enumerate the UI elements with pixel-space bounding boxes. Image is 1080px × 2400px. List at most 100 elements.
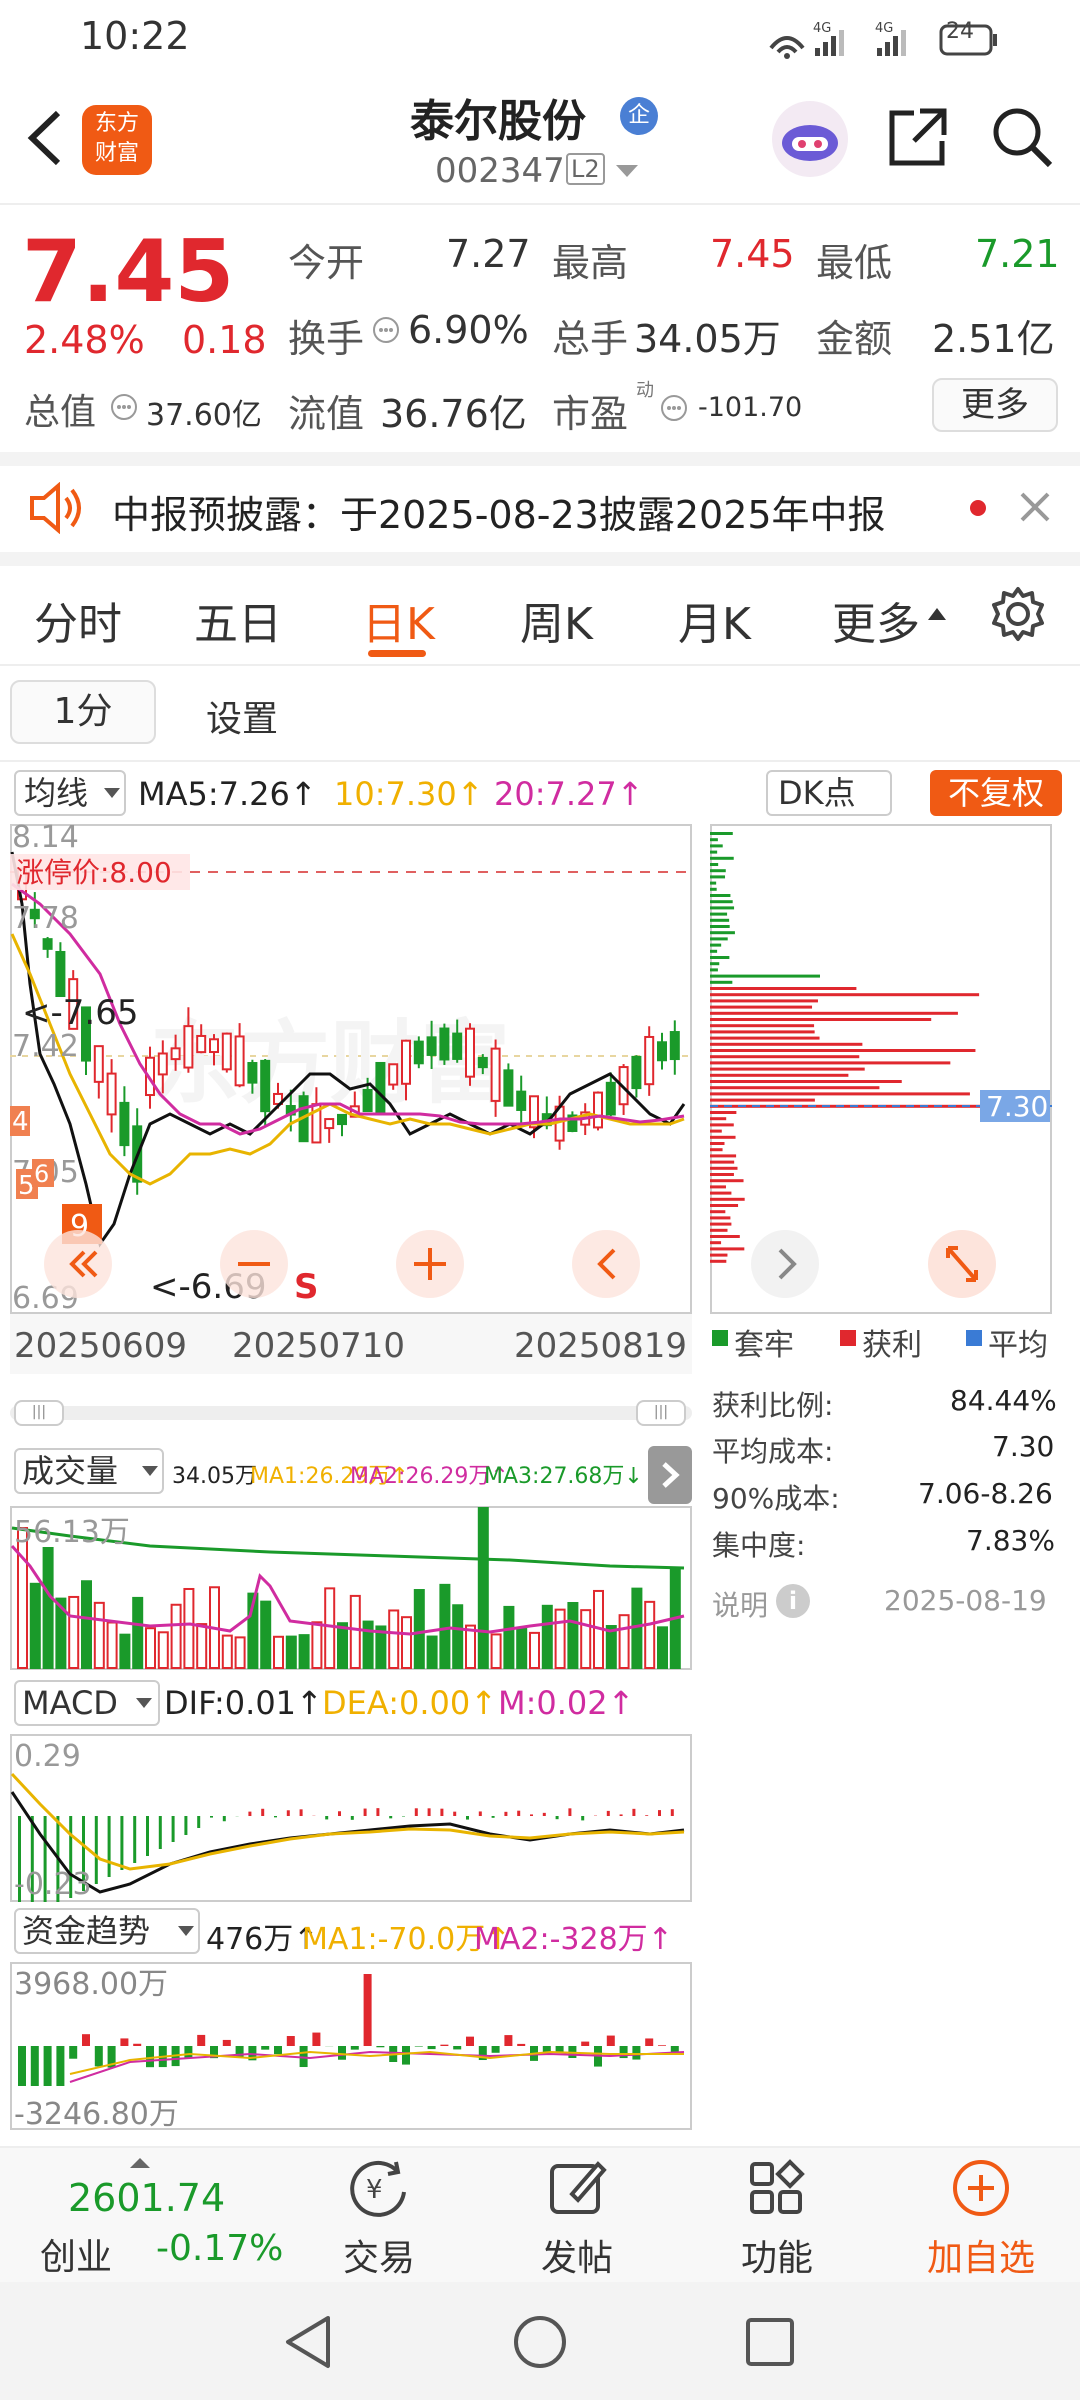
- volume-bar: [260, 1600, 272, 1669]
- trade-button[interactable]: ¥ 交易: [324, 2156, 434, 2281]
- chip-bar: [710, 1011, 958, 1015]
- candle-body: [170, 1047, 181, 1061]
- notice-text[interactable]: 中报预披露：于2025-08-23披露2025年中报: [112, 484, 886, 539]
- volume-bar: [157, 1631, 169, 1669]
- close-icon[interactable]: [1018, 490, 1052, 524]
- index-name[interactable]: 创业: [40, 2228, 112, 2280]
- status-time: 10:22: [80, 14, 190, 58]
- tab-more[interactable]: 更多: [832, 588, 920, 652]
- scroll-handle-left[interactable]: |||: [14, 1400, 64, 1426]
- fund-trend-selector[interactable]: 资金趋势: [14, 1908, 200, 1954]
- status-bar: 10:22 4G 4G 24: [0, 0, 1080, 75]
- current-price: 7.45: [22, 222, 235, 322]
- add-watchlist-button[interactable]: 加自选: [916, 2156, 1046, 2281]
- info-icon[interactable]: [110, 393, 138, 421]
- home-nav-icon[interactable]: [512, 2314, 568, 2370]
- tab-intraday[interactable]: 分时: [34, 588, 122, 652]
- level2-badge[interactable]: L2: [566, 153, 605, 185]
- candle-body: [477, 1056, 488, 1069]
- chart-scrollbar[interactable]: [10, 1406, 692, 1420]
- chip-bar: [710, 912, 728, 916]
- no-adjust-button[interactable]: 不复权: [930, 770, 1062, 816]
- index-change[interactable]: -0.17%: [156, 2228, 283, 2269]
- expand-panel-button[interactable]: [648, 1446, 692, 1504]
- macd-bar: [517, 1810, 521, 1816]
- volume-bar: [465, 1624, 476, 1669]
- volume-bar: [401, 1616, 412, 1669]
- more-quote-button[interactable]: 更多: [932, 378, 1058, 432]
- dropdown-arrow-icon[interactable]: [616, 165, 638, 179]
- candle-body: [669, 1031, 680, 1061]
- settings-link[interactable]: 设置: [206, 690, 278, 742]
- info-icon[interactable]: [660, 394, 688, 422]
- date-middle: 20250710: [232, 1326, 406, 1366]
- legend-swatch-trapped: [712, 1330, 728, 1346]
- chip-bar: [710, 1030, 815, 1034]
- macd-m: M:0.02↑: [498, 1684, 635, 1722]
- volume-value: 34.05万: [634, 317, 781, 361]
- function-button[interactable]: 功能: [722, 2156, 832, 2281]
- share-icon[interactable]: [886, 105, 950, 169]
- volume-bar: [477, 1507, 489, 1669]
- volume-bar: [580, 1609, 592, 1669]
- sell-marker: S: [294, 1267, 319, 1307]
- gear-icon[interactable]: [990, 586, 1046, 642]
- fund-bar: [197, 2034, 206, 2046]
- chip-bar: [710, 1173, 734, 1176]
- interval-1min-button[interactable]: 1分: [10, 680, 156, 744]
- fund-bar: [350, 2046, 359, 2050]
- chip-bar: [710, 894, 731, 897]
- candle-body: [183, 1025, 194, 1069]
- fund-bar: [82, 2034, 90, 2046]
- eastmoney-logo[interactable]: 东方 财富: [82, 105, 152, 175]
- chip-bar: [710, 906, 735, 910]
- chip-bar: [710, 1179, 744, 1183]
- tab-daily-k[interactable]: 日K: [362, 588, 435, 652]
- chip-note-label[interactable]: 说明: [712, 1584, 768, 1624]
- macd-bar: [325, 1816, 329, 1820]
- info-icon[interactable]: i: [776, 1584, 810, 1618]
- chip-distribution[interactable]: 7.30: [710, 824, 1052, 1314]
- macd-bar: [133, 1816, 137, 1863]
- chevron-right-icon: [662, 1462, 680, 1488]
- volume-bar: [529, 1631, 540, 1669]
- candle-body: [452, 1032, 463, 1060]
- macd-bar: [210, 1816, 213, 1818]
- post-button[interactable]: 发帖: [522, 2156, 632, 2281]
- chip-bar: [710, 887, 717, 891]
- back-nav-icon[interactable]: [282, 2314, 334, 2370]
- back-icon[interactable]: [24, 107, 64, 169]
- tab-weekly-k[interactable]: 周K: [520, 588, 593, 652]
- change-value: 0.18: [182, 318, 267, 362]
- candle-body: [42, 938, 53, 950]
- fund-bar: [376, 2046, 385, 2048]
- volume-bar: [132, 1596, 144, 1669]
- chip-bar: [710, 943, 722, 947]
- macd-bottom-label: -0.23: [14, 1867, 92, 1902]
- recents-nav-icon[interactable]: [744, 2316, 796, 2368]
- signal-box-6: 6: [34, 1160, 49, 1188]
- date-start: 20250609: [14, 1326, 188, 1366]
- search-icon[interactable]: [990, 105, 1054, 169]
- fund-bar: [274, 2046, 282, 2055]
- robot-assistant-icon[interactable]: [770, 99, 850, 179]
- fund-bar: [261, 2046, 270, 2050]
- tab-five-day[interactable]: 五日: [194, 588, 282, 652]
- index-value[interactable]: 2601.74: [68, 2176, 225, 2220]
- fund-bar: [453, 2046, 462, 2050]
- kline-chart[interactable]: 东方财富 8.14 涨停价:8.00 7.78 7.42 7.05 6.69 <…: [10, 824, 692, 1314]
- dk-point-selector[interactable]: DK点: [766, 770, 892, 816]
- tab-monthly-k[interactable]: 月K: [678, 588, 751, 652]
- info-icon[interactable]: [372, 316, 400, 344]
- chip-bar: [710, 999, 818, 1003]
- volume-chart: 56.13万: [10, 1506, 692, 1670]
- chip-bar: [710, 1123, 734, 1127]
- candle-body: [644, 1035, 655, 1086]
- chip-bar: [710, 1216, 731, 1220]
- chip-bar: [710, 918, 730, 922]
- scroll-handle-right[interactable]: |||: [636, 1400, 686, 1426]
- macd-bar: [670, 1809, 674, 1816]
- candle-body: [631, 1055, 642, 1090]
- chip-bar: [710, 1185, 726, 1189]
- fund-bar: [184, 2046, 193, 2058]
